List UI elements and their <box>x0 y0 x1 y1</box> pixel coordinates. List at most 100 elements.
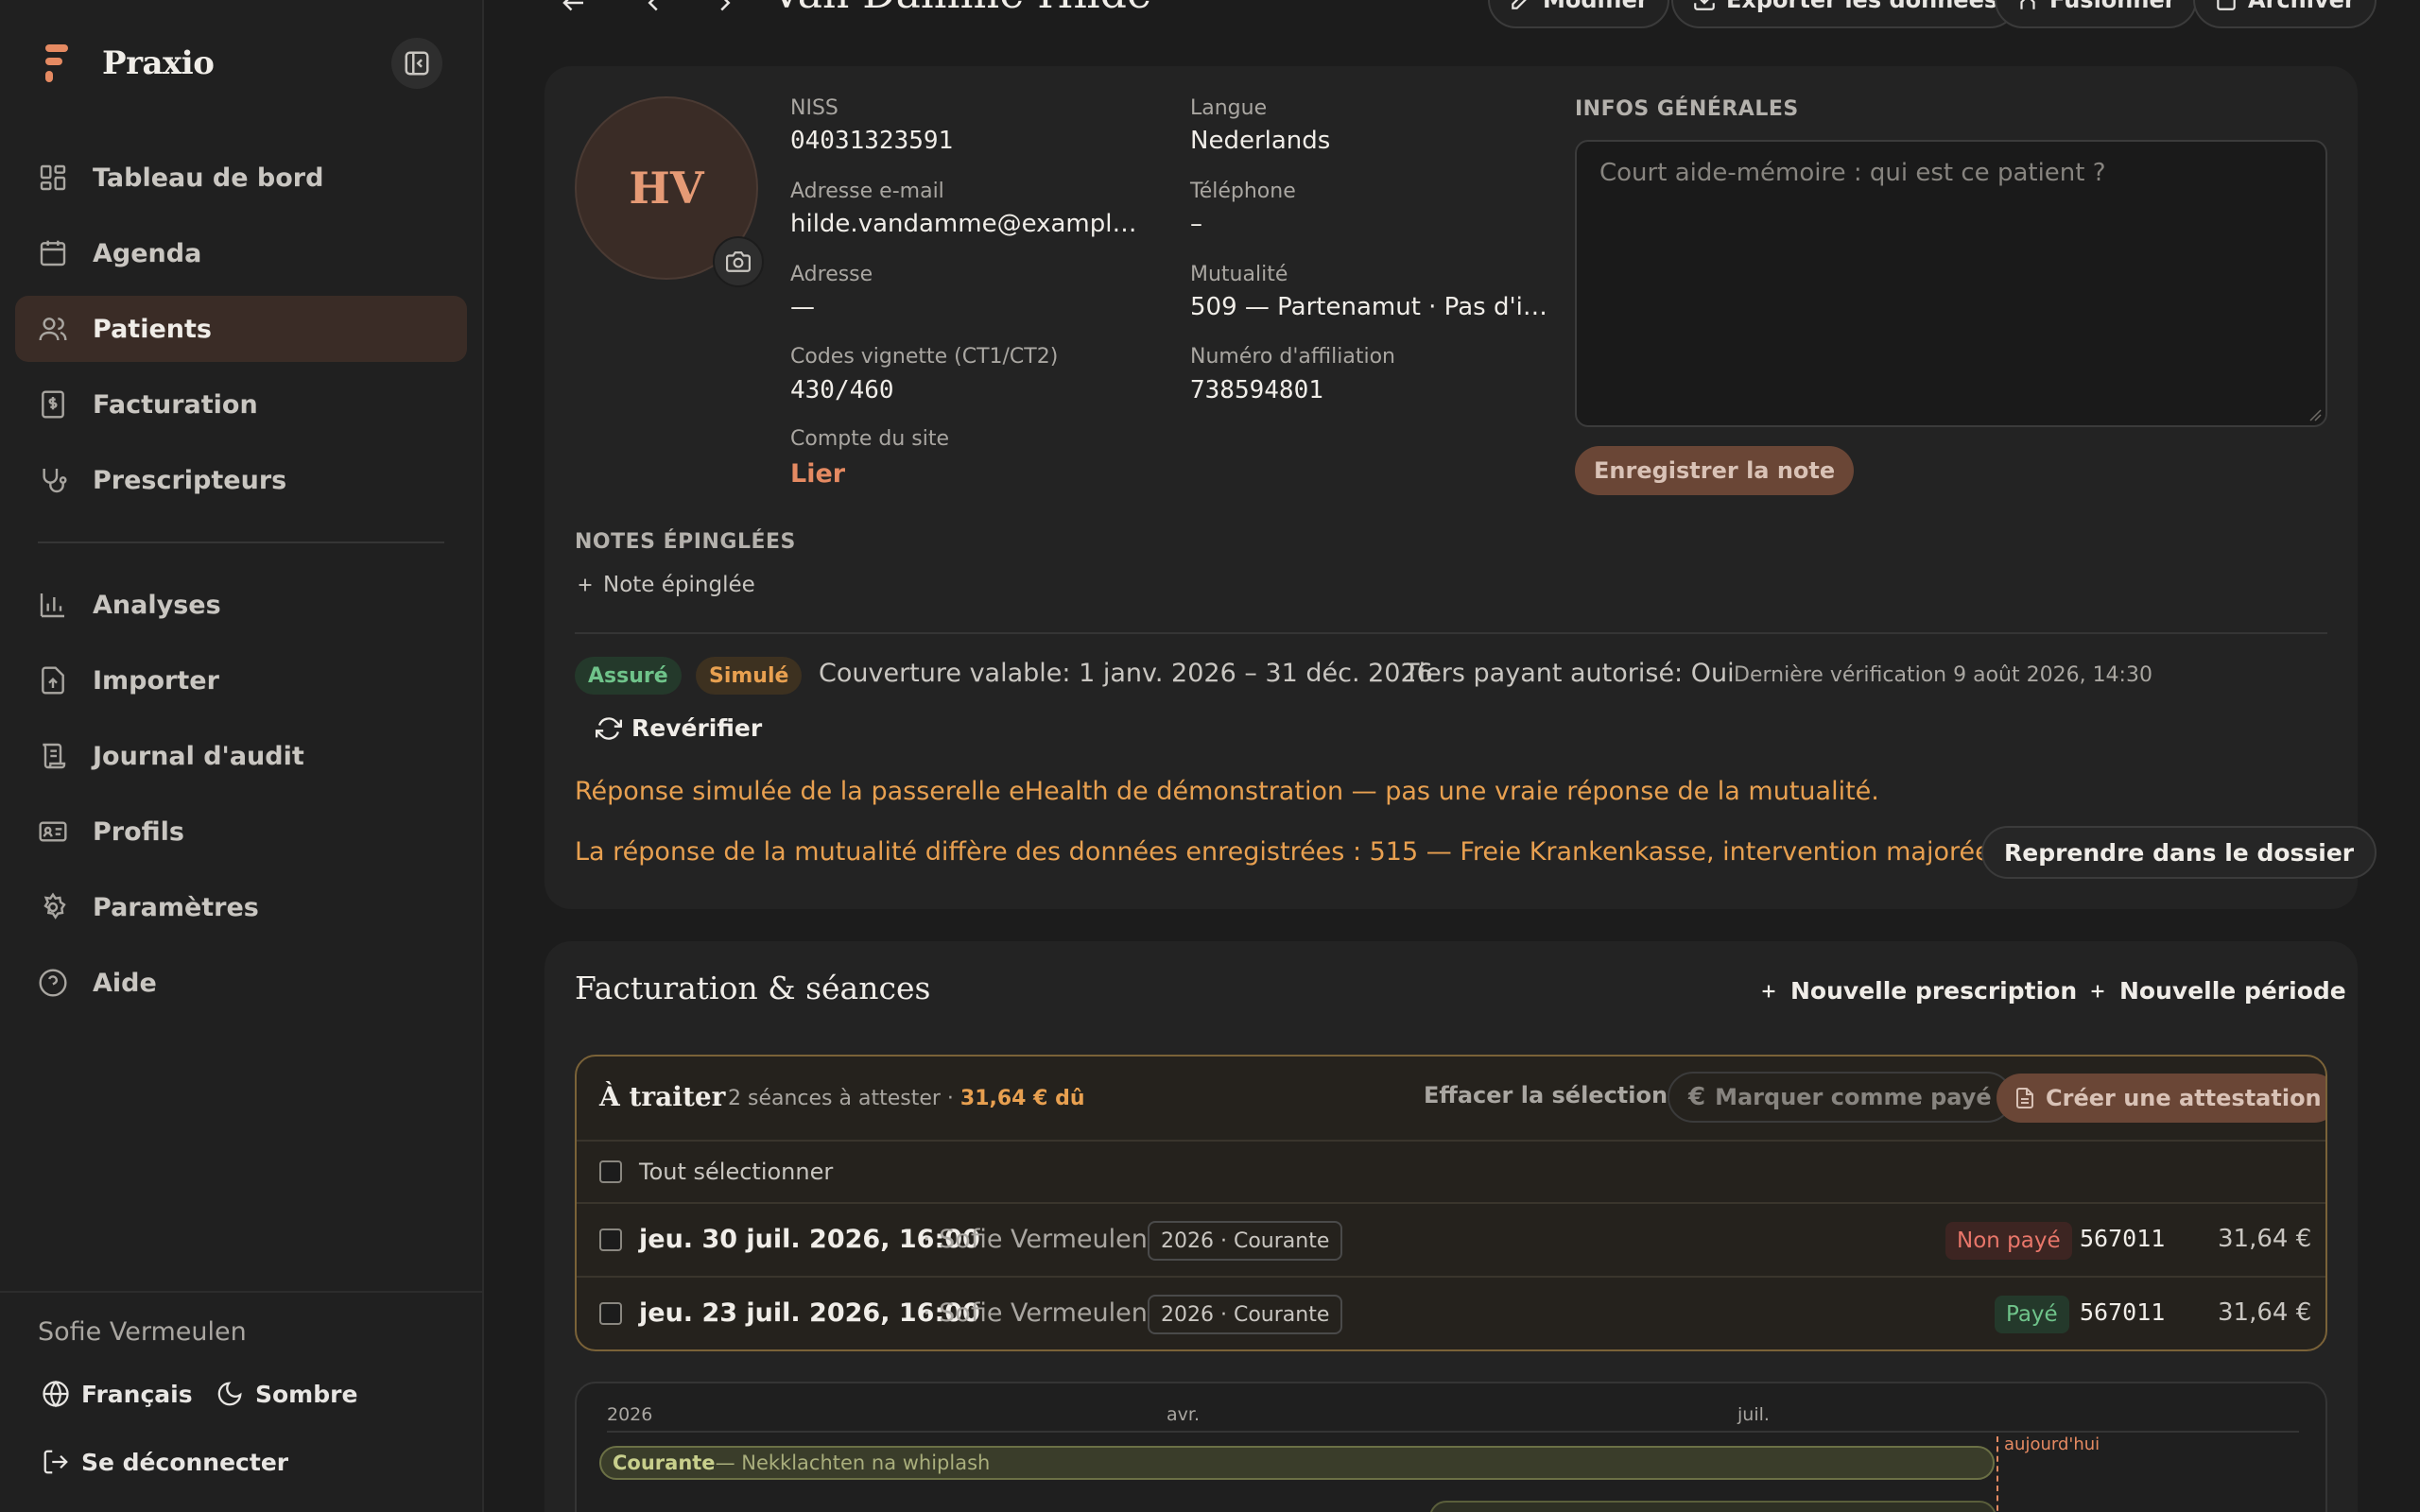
sidebar-item-audit-log[interactable]: Journal d'audit <box>15 723 467 789</box>
create-attestation-button[interactable]: Créer une attestation <box>1996 1074 2325 1123</box>
next-patient-icon[interactable] <box>711 0 739 17</box>
amount-due: 31,64 € dû <box>959 1087 1085 1110</box>
table-row[interactable]: jeu. 30 juil. 2026, 16:00 · Sofie Vermeu… <box>577 1204 2325 1278</box>
sidebar-item-label: Prescripteurs <box>93 465 287 495</box>
timeline-tick: juil. <box>1737 1404 1770 1425</box>
plus-icon <box>579 578 592 592</box>
sidebar-item-patients[interactable]: Patients <box>15 296 467 362</box>
select-all-row: Tout sélectionner <box>577 1142 2325 1204</box>
prescription-bar[interactable] <box>1429 1501 1996 1512</box>
edit-label: Modifier <box>1543 0 1649 13</box>
apply-to-record-button[interactable]: Reprendre dans le dossier <box>1981 826 2377 879</box>
sidebar-item-agenda[interactable]: Agenda <box>15 220 467 286</box>
pinned-notes-title: NOTES ÉPINGLÉES <box>575 530 796 554</box>
session-checkbox[interactable] <box>599 1302 622 1325</box>
add-pinned-note-label: Note épinglée <box>603 573 755 597</box>
brand[interactable]: Praxio <box>38 38 215 89</box>
link-site-account[interactable]: Lier <box>790 459 845 489</box>
euro-icon: € <box>1688 1083 1706 1111</box>
new-prescription-label: Nouvelle prescription <box>1790 977 2078 1005</box>
session-therapist: · Sofie Vermeulen <box>923 1298 1148 1328</box>
recheck-label: Revérifier <box>631 714 763 742</box>
add-pinned-note-button[interactable]: Note épinglée <box>575 573 755 597</box>
new-prescription-button[interactable]: Nouvelle prescription <box>1758 977 2077 1005</box>
refresh-icon <box>596 716 622 740</box>
last-check-text: Dernière vérification 9 août 2026, 14:30 <box>1734 663 2152 687</box>
save-note-button[interactable]: Enregistrer la note <box>1575 446 1855 495</box>
sidebar: Praxio Tableau de bord Agenda Patients F… <box>0 0 484 1512</box>
export-label: Exporter les données <box>1726 0 1998 13</box>
recheck-button[interactable]: Revérifier <box>596 714 762 742</box>
session-amount: 31,64 € <box>2218 1298 2312 1327</box>
language-field-label: Langue <box>1190 96 1268 120</box>
sidebar-item-profiles[interactable]: Profils <box>15 799 467 865</box>
clear-selection-button[interactable]: Effacer la sélection <box>1424 1082 1668 1108</box>
download-icon <box>1694 0 1715 10</box>
sidebar-item-help[interactable]: Aide <box>15 950 467 1016</box>
select-all-checkbox[interactable] <box>599 1160 622 1183</box>
globe-icon <box>43 1380 69 1408</box>
stethoscope-icon <box>43 469 67 493</box>
sidebar-collapse-icon <box>405 51 429 76</box>
id-card-icon <box>39 821 67 842</box>
third-party-text: Tiers payant autorisé: Oui <box>1404 659 1735 688</box>
today-label: aujourd'hui <box>2004 1435 2100 1454</box>
session-amount: 31,64 € <box>2218 1225 2312 1253</box>
resize-handle-icon[interactable] <box>2307 406 2322 421</box>
timeline-tick: 2026 <box>607 1404 653 1425</box>
logout-label: Se déconnecter <box>81 1448 289 1476</box>
table-row[interactable]: jeu. 23 juil. 2026, 16:00 · Sofie Vermeu… <box>577 1278 2325 1349</box>
period-tag: 2026 · Courante <box>1148 1221 1343 1261</box>
avatar-initials: HV <box>629 163 704 214</box>
nomenclature-code: 567011 <box>2080 1298 2166 1326</box>
coverage-text: Couverture valable: 1 janv. 2026 – 31 dé… <box>819 659 1433 688</box>
period-bar[interactable]: Courante — Nekklachten na whiplash <box>599 1446 1995 1480</box>
timeline-axis <box>607 1431 2299 1433</box>
new-period-button[interactable]: Nouvelle période <box>2087 977 2346 1005</box>
site-account-label: Compte du site <box>790 427 950 451</box>
page-title: Van Damme Hilde <box>771 0 1151 18</box>
general-info-textarea[interactable]: Court aide-mémoire : qui est ce patient … <box>1575 140 2327 427</box>
vignette-label: Codes vignette (CT1/CT2) <box>790 345 1059 369</box>
billing-title: Facturation & séances <box>575 970 931 1006</box>
sidebar-item-prescribers[interactable]: Prescripteurs <box>15 447 467 513</box>
collapse-sidebar-button[interactable] <box>391 38 442 89</box>
general-info-placeholder: Court aide-mémoire : qui est ce patient … <box>1599 159 2106 187</box>
period-description: — Nekklachten na whiplash <box>715 1452 991 1474</box>
today-marker <box>1996 1436 1998 1512</box>
to-process-title: À traiter <box>599 1081 726 1112</box>
sidebar-item-analyses[interactable]: Analyses <box>15 572 467 638</box>
email-value: hilde.vandamme@example.... <box>790 210 1150 238</box>
timeline-tick: avr. <box>1167 1404 1200 1425</box>
back-arrow-icon[interactable] <box>560 0 588 17</box>
change-photo-button[interactable] <box>713 236 764 287</box>
session-checkbox[interactable] <box>599 1228 622 1251</box>
sidebar-item-dashboard[interactable]: Tableau de bord <box>15 145 467 211</box>
sidebar-item-billing[interactable]: Facturation <box>15 371 467 438</box>
sidebar-item-label: Importer <box>93 665 219 696</box>
archive-button[interactable]: Archiver <box>2193 0 2377 28</box>
previous-patient-icon[interactable] <box>639 0 667 17</box>
create-attestation-label: Créer une attestation <box>2046 1085 2322 1111</box>
language-field-value: Nederlands <box>1190 127 1331 155</box>
to-process-summary: 2 séances à attester · 31,64 € dû <box>728 1087 1085 1110</box>
main-nav: Tableau de bord Agenda Patients Facturat… <box>15 145 467 1025</box>
sidebar-item-label: Facturation <box>93 389 258 420</box>
sidebar-item-import[interactable]: Importer <box>15 647 467 713</box>
language-label: Français <box>81 1380 193 1408</box>
edit-button[interactable]: Modifier <box>1488 0 1669 28</box>
sidebar-item-settings[interactable]: Paramètres <box>15 874 467 940</box>
mark-paid-button[interactable]: € Marquer comme payé <box>1668 1072 2013 1123</box>
theme-button[interactable]: Sombre <box>216 1380 357 1408</box>
merge-button[interactable]: Fusionner <box>1995 0 2197 28</box>
export-button[interactable]: Exporter les données <box>1671 0 2019 28</box>
logout-button[interactable]: Se déconnecter <box>42 1448 288 1476</box>
mutuality-label: Mutualité <box>1190 263 1288 286</box>
period-tag: 2026 · Courante <box>1148 1295 1343 1334</box>
language-button[interactable]: Français <box>42 1380 193 1408</box>
upload-icon <box>42 666 64 695</box>
archive-icon <box>2217 0 2236 10</box>
new-period-label: Nouvelle période <box>2119 977 2346 1005</box>
archive-label: Archiver <box>2248 0 2356 13</box>
sidebar-item-label: Paramètres <box>93 892 259 922</box>
